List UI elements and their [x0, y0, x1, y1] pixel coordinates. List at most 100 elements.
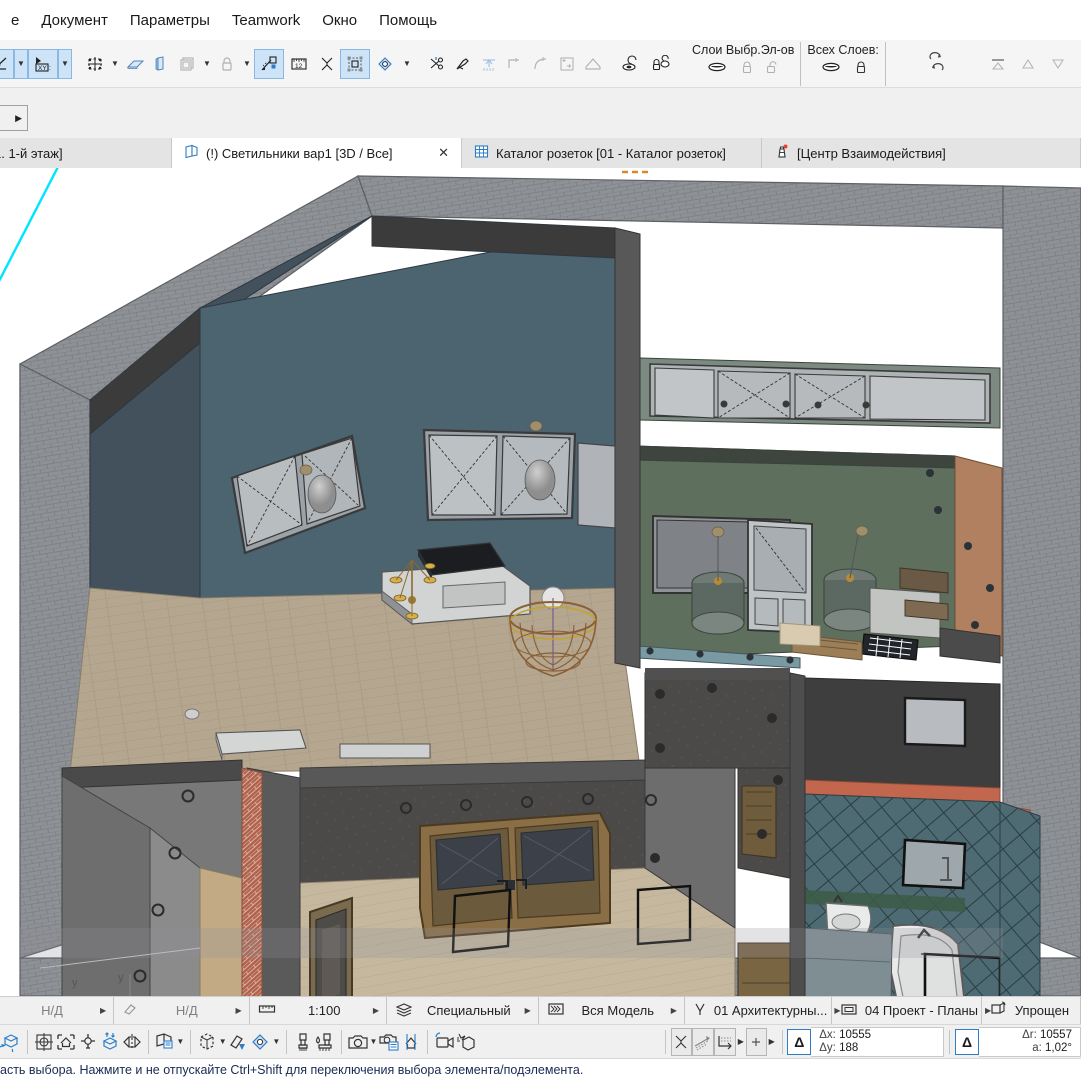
multiply-icon[interactable] — [174, 49, 200, 79]
structure-selector[interactable]: Специальный ▶ — [387, 997, 539, 1025]
marquee-3d-dropdown[interactable]: ▼ — [218, 1028, 228, 1056]
pen-set-selector[interactable]: 04 Проект - Планы ▶ — [832, 997, 982, 1025]
model-detail-selector[interactable]: Упрощен — [982, 997, 1081, 1025]
adjust-icon[interactable] — [450, 49, 476, 79]
roof-icon[interactable] — [580, 49, 606, 79]
scale-selector[interactable]: 1:100 ▶ — [250, 997, 387, 1025]
toolbar-group-view — [616, 40, 676, 87]
bottom-divider-5 — [341, 1030, 342, 1054]
tab-interaction-center-label: [Центр Взаимодействия] — [797, 146, 946, 161]
elevate-view-icon[interactable] — [99, 1028, 121, 1056]
eye-icon[interactable] — [616, 49, 646, 79]
camera-position-icon[interactable] — [77, 1028, 99, 1056]
fillet-icon[interactable] — [528, 49, 554, 79]
3d-settings-dropdown[interactable]: ▼ — [175, 1028, 185, 1056]
bathroom-ceiling — [805, 678, 1000, 788]
offset-icon[interactable] — [502, 49, 528, 79]
intersection-point-icon[interactable] — [671, 1028, 692, 1056]
model-detail-icon — [986, 1001, 1008, 1020]
tab-interaction-center[interactable]: [Центр Взаимодействия] — [762, 138, 1081, 168]
angle-dimension-button[interactable] — [0, 49, 14, 79]
lock-eye-icon[interactable] — [646, 49, 676, 79]
sun-position-icon[interactable] — [400, 1028, 422, 1056]
pen-selector[interactable]: Н/Д ▶ — [0, 997, 114, 1025]
ruler-icon[interactable]: 12 — [284, 49, 314, 79]
selected-layers-label: Слои Выбр.Эл-ов — [692, 43, 794, 58]
rotate-view-icon[interactable] — [370, 49, 400, 79]
home-view-icon[interactable] — [55, 1028, 77, 1056]
menu-truncated[interactable]: е — [0, 8, 30, 33]
group-select-icon[interactable] — [340, 49, 370, 79]
undo-redo-icon[interactable] — [922, 49, 952, 79]
svg-text:y: y — [72, 977, 78, 989]
hotspot-dropdown[interactable]: ▼ — [108, 49, 122, 79]
toolbar-group-undo — [922, 40, 952, 87]
level-top-all-icon[interactable] — [983, 49, 1013, 79]
menu-help[interactable]: Помощь — [368, 8, 448, 33]
toolbar-group-snap: 12 — [254, 40, 414, 87]
tab-close-icon[interactable]: ✕ — [418, 145, 449, 161]
wall-icon[interactable] — [148, 49, 174, 79]
rotate-view-dropdown[interactable]: ▼ — [400, 49, 414, 79]
stretch-icon[interactable] — [476, 49, 502, 79]
3d-settings-icon[interactable] — [153, 1028, 175, 1056]
fit-in-window-icon[interactable] — [33, 1028, 55, 1056]
gravity-icon[interactable] — [692, 1028, 714, 1056]
navigator-forward-button[interactable]: ▶ — [0, 105, 28, 131]
marquee-3d-icon[interactable] — [196, 1028, 218, 1056]
fill-value: Н/Д — [138, 1003, 235, 1018]
coord-dx-value: 10555 — [839, 1029, 871, 1041]
menu-teamwork[interactable]: Teamwork — [221, 8, 311, 33]
magic-wand-icon[interactable] — [254, 49, 284, 79]
3d-style-icon[interactable] — [249, 1028, 271, 1056]
snap-grid-dropdown[interactable]: ▶ — [736, 1028, 746, 1056]
snap-point-icon[interactable] — [746, 1028, 767, 1056]
tab-floorplan[interactable]: 1. 1-й этаж] — [0, 138, 172, 168]
bathroom-ceiling-hatch — [905, 698, 965, 746]
camera-dropdown[interactable]: ▼ — [369, 1028, 379, 1056]
hotspot-icon[interactable] — [82, 49, 108, 79]
camera-icon[interactable] — [347, 1028, 369, 1056]
menu-parameters[interactable]: Параметры — [119, 8, 221, 33]
3d-effects-icon[interactable] — [455, 1028, 477, 1056]
tab-socket-catalog[interactable]: Каталог розеток [01 - Каталог розеток] — [462, 138, 762, 168]
photo-settings-icon[interactable] — [378, 1028, 400, 1056]
fill-selector[interactable]: Н/Д ▶ — [114, 997, 249, 1025]
lock-dropdown[interactable]: ▼ — [240, 49, 254, 79]
lock-icon[interactable] — [214, 49, 240, 79]
slab-icon[interactable] — [122, 49, 148, 79]
angle-dimension-dropdown[interactable]: ▼ — [14, 49, 28, 79]
pen-value: Н/Д — [4, 1003, 100, 1018]
coordinate-dimension-dropdown[interactable]: ▼ — [58, 49, 72, 79]
all-layers-label: Всех Слоев: — [807, 43, 878, 58]
bottom-divider-3 — [190, 1030, 191, 1054]
filter-elements-icon[interactable] — [227, 1028, 249, 1056]
trim-icon[interactable] — [424, 49, 450, 79]
3d-viewport[interactable]: y y — [0, 168, 1081, 996]
snap-point-dropdown[interactable]: ▶ — [767, 1028, 777, 1056]
cartesian-coordinates[interactable]: Δ Δx: 10555 Δy: 188 — [787, 1027, 944, 1057]
mirror-view-icon[interactable] — [121, 1028, 143, 1056]
paint-brush-drop-icon[interactable] — [314, 1028, 336, 1056]
level-up-icon[interactable] — [1013, 49, 1043, 79]
intersection-icon[interactable] — [314, 49, 340, 79]
video-icon[interactable] — [433, 1028, 455, 1056]
all-layers: Всех Слоев: — [801, 42, 885, 86]
split-icon[interactable] — [554, 49, 580, 79]
level-down-icon[interactable] — [1043, 49, 1073, 79]
menu-window[interactable]: Окно — [311, 8, 368, 33]
polar-coordinates[interactable]: Δ Δr: 10557 a: 1,02° — [955, 1027, 1081, 1057]
snap-grid-icon[interactable] — [714, 1028, 736, 1056]
coord-r-value: 10557 — [1040, 1029, 1072, 1041]
multiply-dropdown[interactable]: ▼ — [200, 49, 214, 79]
orbit-icon[interactable] — [0, 1028, 22, 1056]
tab-lights-3d[interactable]: (!) Светильники вар1 [3D / Все] ✕ — [172, 138, 462, 168]
coordinate-dimension-button[interactable]: XY : — [28, 49, 58, 79]
level-bottom-all-icon[interactable] — [1073, 49, 1081, 79]
layer-combination-selector[interactable]: 01 Архитектурны... ▶ — [685, 997, 832, 1025]
3d-style-dropdown[interactable]: ▼ — [271, 1028, 281, 1056]
model-view-selector[interactable]: Вся Модель ▶ — [539, 997, 685, 1025]
menu-document[interactable]: Документ — [30, 8, 119, 33]
paint-brush-icon[interactable] — [292, 1028, 314, 1056]
coord-dx-key: Δx: — [819, 1029, 836, 1041]
